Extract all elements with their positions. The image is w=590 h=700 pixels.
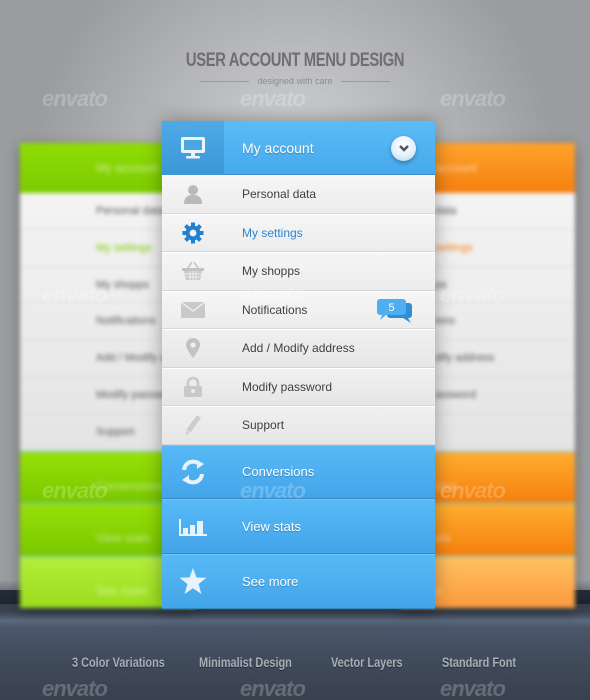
menu-item-label: Notifications bbox=[242, 302, 308, 317]
action-label: View stats bbox=[242, 519, 302, 535]
feature-label: 3 Color Variations bbox=[72, 654, 165, 670]
action-see-more[interactable]: See more bbox=[162, 553, 435, 609]
gear-icon bbox=[162, 222, 224, 244]
star-icon bbox=[162, 567, 224, 595]
menu-item-personal-data[interactable]: Personal data bbox=[162, 175, 435, 214]
menu-item-my-settings[interactable]: My settings bbox=[162, 213, 435, 252]
subtitle: designed with care bbox=[257, 76, 333, 86]
badge-count: 5 bbox=[388, 302, 394, 314]
action-conversions[interactable]: Conversions bbox=[162, 444, 435, 500]
menu-toggle-button[interactable] bbox=[391, 136, 416, 161]
menu-item-my-shopps[interactable]: My shopps bbox=[162, 252, 435, 291]
map-pin-icon bbox=[162, 337, 224, 359]
bar-chart-icon bbox=[162, 517, 224, 537]
monitor-icon bbox=[162, 120, 224, 175]
subtitle-row: designed with care bbox=[200, 76, 391, 86]
feature-label: Vector Layers bbox=[331, 654, 403, 670]
action-label: See more bbox=[242, 573, 299, 589]
basket-icon bbox=[162, 261, 224, 281]
page-title: USER ACCOUNT MENU DESIGN bbox=[185, 50, 405, 71]
menu-item-label: My settings bbox=[242, 225, 303, 240]
menu-item-label: Personal data bbox=[242, 187, 317, 202]
lock-icon bbox=[162, 376, 224, 398]
feature-label: Standard Font bbox=[442, 654, 517, 670]
account-menu: My account Personal data My settings My … bbox=[162, 120, 435, 610]
menu-item-support[interactable]: Support bbox=[162, 406, 435, 445]
chevron-down-icon bbox=[398, 145, 409, 152]
menu-header[interactable]: My account bbox=[162, 120, 435, 175]
pencil-icon bbox=[162, 414, 224, 436]
user-icon bbox=[162, 183, 224, 205]
divider bbox=[340, 80, 391, 82]
feature-label: Minimalist Design bbox=[199, 654, 292, 670]
menu-item-label: Support bbox=[242, 418, 285, 433]
menu-item-label: Add / Modify address bbox=[242, 341, 355, 356]
envato-watermark: envato bbox=[440, 86, 506, 111]
menu-items: Personal data My settings My shopps Noti… bbox=[162, 175, 435, 445]
menu-actions: Conversions View stats See more bbox=[162, 444, 435, 609]
menu-item-add-modify-address[interactable]: Add / Modify address bbox=[162, 329, 435, 368]
divider bbox=[200, 80, 250, 82]
feature-list: 3 Color Variations Minimalist Design Vec… bbox=[0, 654, 590, 674]
refresh-icon bbox=[162, 457, 224, 487]
envato-watermark: envato bbox=[240, 86, 306, 111]
menu-title: My account bbox=[242, 139, 314, 156]
menu-item-label: Modify password bbox=[242, 379, 333, 394]
menu-item-modify-password[interactable]: Modify password bbox=[162, 367, 435, 406]
envelope-icon bbox=[162, 301, 224, 319]
envato-watermark: envato bbox=[42, 86, 108, 111]
menu-item-label: My shopps bbox=[242, 264, 301, 279]
action-label: Conversions bbox=[242, 464, 315, 480]
action-view-stats[interactable]: View stats bbox=[162, 499, 435, 554]
notification-badge[interactable]: 5 bbox=[377, 297, 413, 330]
menu-item-notifications[interactable]: Notifications 5 bbox=[162, 290, 435, 330]
